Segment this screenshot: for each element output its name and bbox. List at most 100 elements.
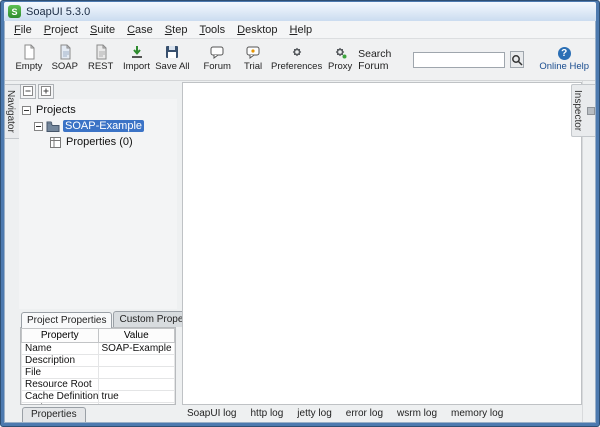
log-tab-wsrm[interactable]: wsrm log bbox=[397, 408, 437, 419]
preferences-button[interactable]: Preferences bbox=[271, 41, 322, 72]
menu-bar: File Project Suite Case Step Tools Deskt… bbox=[5, 21, 595, 39]
property-row[interactable]: Name SOAP-Example bbox=[21, 342, 175, 355]
property-name-cell: Resource Root bbox=[21, 378, 99, 391]
toolbar-button-label: Trial bbox=[243, 61, 263, 72]
property-value-cell[interactable] bbox=[97, 366, 175, 379]
menu-tools[interactable]: Tools bbox=[193, 23, 231, 37]
trial-icon bbox=[245, 43, 261, 60]
property-name-cell: Cache Definitions bbox=[21, 390, 99, 403]
toolbar-button-label: Preferences bbox=[270, 61, 323, 72]
proxy-icon bbox=[332, 43, 348, 60]
property-value-cell[interactable] bbox=[97, 354, 175, 367]
desktop-area[interactable] bbox=[182, 82, 582, 405]
column-header-value: Value bbox=[97, 328, 175, 343]
tab-project-properties[interactable]: Project Properties bbox=[21, 312, 113, 328]
tree-node-soap-example[interactable]: SOAP-Example bbox=[19, 118, 177, 134]
menu-suite[interactable]: Suite bbox=[84, 23, 121, 37]
property-name-cell: File bbox=[21, 366, 99, 379]
forum-icon bbox=[209, 43, 225, 60]
search-icon bbox=[511, 54, 523, 66]
navigator-toolbar bbox=[19, 81, 177, 99]
proxy-button[interactable]: Proxy bbox=[322, 41, 358, 72]
properties-node-label: Properties (0) bbox=[66, 136, 133, 148]
empty-project-icon bbox=[21, 43, 37, 60]
property-value-cell[interactable]: true bbox=[97, 390, 175, 403]
property-name-cell: Name bbox=[21, 342, 99, 355]
toolbar-button-label: Import bbox=[123, 61, 150, 72]
desktop-column: SoapUI log http log jetty log error log … bbox=[182, 81, 582, 422]
property-row[interactable]: Cache Definitions true bbox=[21, 390, 175, 403]
preferences-icon bbox=[289, 43, 305, 60]
trial-button[interactable]: Trial bbox=[235, 41, 271, 72]
menu-project[interactable]: Project bbox=[38, 23, 84, 37]
search-forum-input[interactable] bbox=[413, 51, 506, 68]
collapse-icon[interactable] bbox=[34, 121, 43, 131]
soap-project-icon bbox=[57, 43, 73, 60]
property-row[interactable]: Description bbox=[21, 354, 175, 367]
toolbar-button-label: SOAP bbox=[51, 61, 78, 72]
rest-project-icon bbox=[93, 43, 109, 60]
expand-all-button[interactable] bbox=[38, 83, 54, 99]
online-help-button[interactable]: Online Help bbox=[539, 47, 589, 72]
projects-root-label: Projects bbox=[36, 104, 76, 116]
forum-button[interactable]: Forum bbox=[199, 41, 235, 72]
bottom-tab-row: Properties bbox=[19, 405, 177, 422]
inspector-tab-label: Inspector bbox=[572, 90, 583, 132]
toolbar-button-label: Save All bbox=[155, 61, 190, 72]
navigator-tab-label: Navigator bbox=[5, 90, 16, 133]
window-title: SoapUI 5.3.0 bbox=[26, 5, 91, 18]
soapui-window: SoapUI 5.3.0 File Project Suite Case Ste… bbox=[0, 0, 600, 427]
search-forum-label: Search Forum bbox=[358, 47, 392, 72]
import-button[interactable]: Import bbox=[119, 41, 155, 72]
menu-help[interactable]: Help bbox=[284, 23, 319, 37]
toolbar-right-group: Search Forum Online Help bbox=[358, 41, 589, 72]
navigator-panel: Projects SOAP-Example Properties (0) Pro… bbox=[19, 81, 209, 422]
log-tab-http[interactable]: http log bbox=[250, 408, 283, 419]
save-all-button[interactable]: Save All bbox=[154, 41, 190, 72]
project-tree: Projects SOAP-Example Properties (0) bbox=[19, 99, 177, 309]
empty-project-button[interactable]: Empty bbox=[11, 41, 47, 72]
property-value-cell[interactable]: SOAP-Example bbox=[97, 342, 175, 355]
log-tab-error[interactable]: error log bbox=[346, 408, 383, 419]
import-icon bbox=[129, 43, 145, 60]
log-tab-soapui[interactable]: SoapUI log bbox=[187, 408, 236, 419]
inspector-tab[interactable]: Inspector bbox=[571, 84, 595, 138]
property-name-cell: Description bbox=[21, 354, 99, 367]
menu-file[interactable]: File bbox=[8, 23, 38, 37]
save-all-icon bbox=[164, 43, 180, 60]
menu-step[interactable]: Step bbox=[159, 23, 194, 37]
inspector-tab-icon bbox=[587, 106, 595, 115]
project-node-label: SOAP-Example bbox=[63, 120, 145, 132]
toolbar-button-label: REST bbox=[87, 61, 114, 72]
inspector-strip: Inspector bbox=[571, 81, 595, 422]
project-folder-icon bbox=[46, 121, 60, 132]
main-toolbar: Empty SOAP REST Import Save All Forum Tr… bbox=[5, 39, 595, 81]
workspace-body: Navigator Projects SOAP-Example Properti… bbox=[5, 81, 595, 422]
properties-bottom-tab[interactable]: Properties bbox=[22, 407, 86, 422]
tree-node-projects[interactable]: Projects bbox=[19, 102, 177, 118]
column-header-property: Property bbox=[21, 328, 99, 343]
soap-project-button[interactable]: SOAP bbox=[47, 41, 83, 72]
property-row[interactable]: File bbox=[21, 366, 175, 379]
navigator-strip: Navigator bbox=[5, 81, 29, 422]
properties-grid-icon bbox=[50, 136, 61, 148]
properties-table-header: Property Value bbox=[21, 328, 175, 343]
menu-desktop[interactable]: Desktop bbox=[231, 23, 283, 37]
menu-case[interactable]: Case bbox=[121, 23, 159, 37]
search-forum-button[interactable] bbox=[510, 51, 525, 68]
collapse-all-icon bbox=[23, 86, 33, 96]
collapse-icon[interactable] bbox=[22, 105, 31, 115]
collapse-all-button[interactable] bbox=[20, 83, 36, 99]
properties-table-area: Property Value Name SOAP-Example Descrip… bbox=[20, 327, 176, 405]
expand-all-icon bbox=[41, 86, 51, 96]
log-tab-bar: SoapUI log http log jetty log error log … bbox=[182, 405, 582, 422]
property-row[interactable]: Resource Root bbox=[21, 378, 175, 391]
log-tab-memory[interactable]: memory log bbox=[451, 408, 503, 419]
tree-node-properties[interactable]: Properties (0) bbox=[19, 134, 177, 150]
toolbar-button-label: Forum bbox=[203, 61, 231, 72]
log-tab-jetty[interactable]: jetty log bbox=[297, 408, 331, 419]
help-icon bbox=[557, 47, 571, 60]
app-icon bbox=[8, 5, 21, 18]
property-value-cell[interactable] bbox=[97, 378, 175, 391]
rest-project-button[interactable]: REST bbox=[83, 41, 119, 72]
